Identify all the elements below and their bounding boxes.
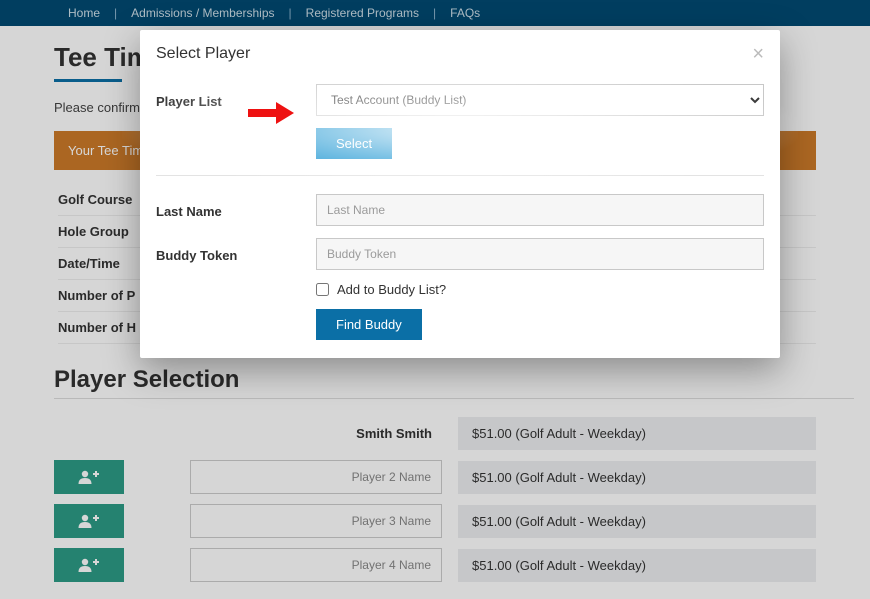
select-button[interactable]: Select	[316, 128, 392, 159]
buddy-token-label: Buddy Token	[156, 246, 316, 263]
player-list-label: Player List	[156, 92, 316, 109]
buddy-token-input[interactable]	[316, 238, 764, 270]
player-list-select[interactable]: Test Account (Buddy List)	[316, 84, 764, 116]
close-icon[interactable]: ×	[752, 44, 764, 64]
modal-divider	[156, 175, 764, 176]
modal-title: Select Player	[156, 45, 250, 63]
find-buddy-button[interactable]: Find Buddy	[316, 309, 422, 340]
select-player-modal: Select Player × Player List Test Account…	[140, 30, 780, 358]
last-name-input[interactable]	[316, 194, 764, 226]
last-name-label: Last Name	[156, 202, 316, 219]
add-to-buddy-list-checkbox[interactable]	[316, 283, 329, 296]
add-to-buddy-list-label: Add to Buddy List?	[337, 282, 446, 297]
